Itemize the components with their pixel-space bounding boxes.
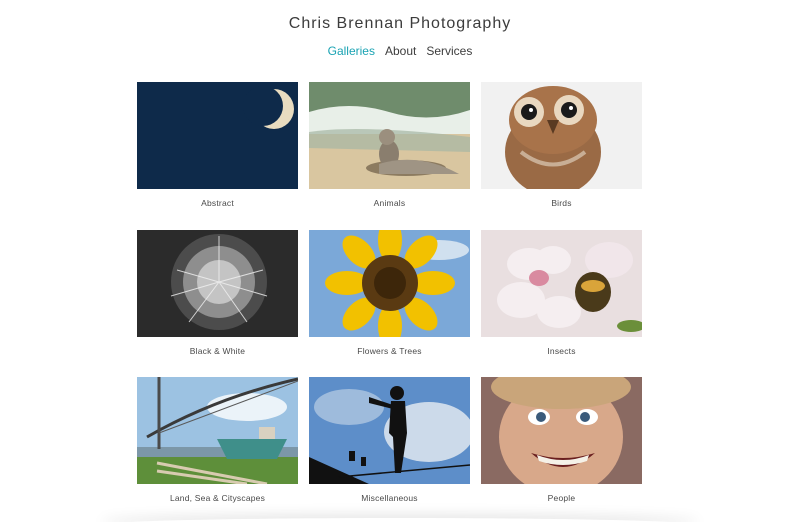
smiling-child-photo (481, 377, 642, 484)
gallery-tile-black-white[interactable]: Black & White (137, 230, 298, 356)
seal-on-beach-photo (309, 82, 470, 189)
page-bottom-shadow (100, 518, 700, 522)
tightrope-silhouette-photo (309, 377, 470, 484)
sunflower-photo (309, 230, 470, 337)
gallery-thumbnail-flowers-trees[interactable] (309, 230, 470, 337)
site-title[interactable]: Chris Brennan Photography (0, 15, 800, 33)
owl-photo (481, 82, 642, 189)
gallery-thumbnail-animals[interactable] (309, 82, 470, 189)
gallery-caption: Abstract (201, 198, 234, 208)
gallery-tile-flowers-trees[interactable]: Flowers & Trees (309, 230, 470, 356)
gallery-caption: Insects (547, 346, 576, 356)
gallery-caption: Flowers & Trees (357, 346, 422, 356)
gallery-caption: Black & White (189, 346, 246, 356)
gallery-tile-land-sea[interactable]: Land, Sea & Cityscapes (137, 377, 298, 503)
gallery-caption: Land, Sea & Cityscapes (169, 493, 266, 503)
gallery-tile-animals[interactable]: Animals (309, 82, 470, 208)
gallery-thumbnail-abstract[interactable] (137, 82, 298, 189)
gallery-thumbnail-land-sea[interactable] (137, 377, 298, 484)
dandelion-photo (137, 230, 298, 337)
gallery-caption: People (547, 493, 576, 503)
bee-on-blossom-photo (481, 230, 642, 337)
gallery-thumbnail-black-white[interactable] (137, 230, 298, 337)
gallery-thumbnail-miscellaneous[interactable] (309, 377, 470, 484)
gallery-tile-insects[interactable]: Insects (481, 230, 642, 356)
gallery-caption: Birds (551, 198, 572, 208)
gallery-thumbnail-birds[interactable] (481, 82, 642, 189)
gallery-caption: Miscellaneous (361, 493, 418, 503)
gallery-tile-people[interactable]: People (481, 377, 642, 503)
gallery-tile-birds[interactable]: Birds (481, 82, 642, 208)
gallery-tile-abstract[interactable]: Abstract (137, 82, 298, 208)
bridge-and-boat-photo (137, 377, 298, 484)
nav-services[interactable]: Services (426, 44, 472, 58)
gallery-tile-miscellaneous[interactable]: Miscellaneous (309, 377, 470, 503)
gallery-thumbnail-people[interactable] (481, 377, 642, 484)
nav-about[interactable]: About (385, 44, 416, 58)
moon-photo (137, 82, 298, 189)
gallery-caption: Animals (373, 198, 406, 208)
nav-galleries[interactable]: Galleries (328, 44, 375, 58)
gallery-thumbnail-insects[interactable] (481, 230, 642, 337)
main-nav: Galleries About Services (0, 44, 800, 58)
